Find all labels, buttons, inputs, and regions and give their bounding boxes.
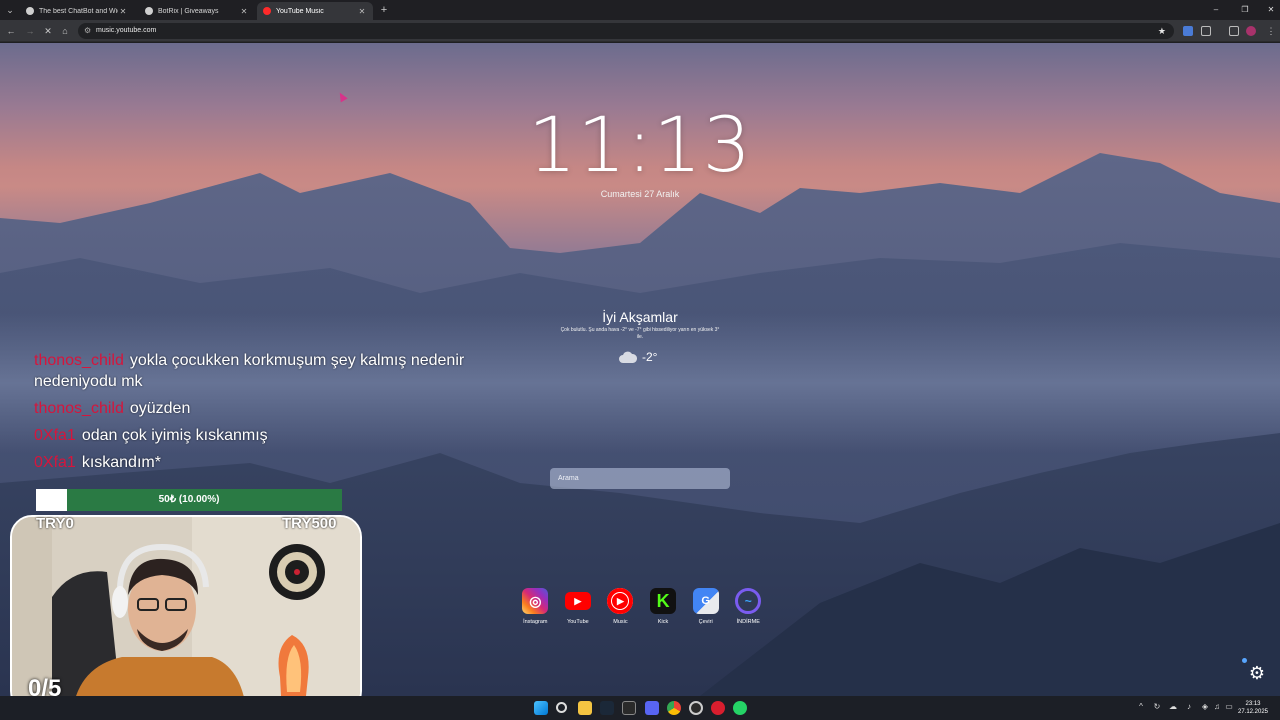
whatsapp-icon[interactable]	[733, 701, 747, 715]
minimize-icon[interactable]: –	[1209, 4, 1223, 16]
tab-chatbot[interactable]: The best ChatBot and Widgets ✕	[20, 2, 134, 20]
taskbar-clock[interactable]: 23:13 27.12.2025	[1236, 700, 1270, 716]
webcam-feed	[12, 517, 360, 711]
goal-max-label: TRY500	[282, 515, 337, 532]
shortcut-label: Kick	[657, 619, 669, 625]
temperature: -2°	[642, 350, 658, 364]
weather-description: Çok bulutlu. Şu anda hava -2° ve -7° gib…	[560, 327, 720, 340]
chat-message: thonos_child oyüzden	[34, 398, 534, 419]
favicon-icon	[145, 7, 153, 15]
extensions-icon[interactable]	[1201, 26, 1211, 36]
file-explorer-icon[interactable]	[578, 701, 592, 715]
close-icon[interactable]: ✕	[357, 7, 367, 16]
settings-gear-icon[interactable]: ⚙	[1247, 663, 1267, 683]
discord-icon[interactable]	[645, 701, 659, 715]
translate-icon: G	[692, 588, 719, 614]
goal-min-label: TRY0	[36, 515, 74, 532]
chat-text: kıskandım*	[81, 454, 161, 471]
youtube-music-icon: ▶	[607, 588, 634, 614]
shortcut-label: İnstagram	[523, 619, 548, 625]
donation-goal-bar: 50₺ (10.00%)	[36, 489, 342, 511]
chrome-icon[interactable]	[667, 701, 681, 715]
greeting: İyi Akşamlar	[602, 309, 678, 325]
address-bar[interactable]: ⚙ music.youtube.com ★	[78, 23, 1174, 39]
profile-avatar[interactable]	[1246, 26, 1256, 36]
tab-title: BotRix | Giveaways	[158, 7, 219, 15]
tab-title: YouTube Music	[276, 7, 324, 15]
media-control-icon[interactable]	[1229, 26, 1239, 36]
shortcut-instagram[interactable]: ◎ İnstagram	[514, 588, 557, 625]
new-tab-button[interactable]: +	[378, 3, 390, 17]
translate-extension-icon[interactable]	[1183, 26, 1193, 36]
close-window-icon[interactable]: ✕	[1264, 4, 1278, 16]
back-icon[interactable]: ←	[5, 25, 17, 37]
chat-username: 0Xfa1	[34, 454, 76, 471]
tab-search-icon[interactable]: ⌄	[4, 4, 16, 16]
weather-widget: -2°	[618, 350, 657, 364]
restore-icon[interactable]: ❐	[1238, 4, 1252, 16]
chat-message: 0Xfa1 kıskandım*	[34, 452, 534, 473]
close-icon[interactable]: ✕	[118, 7, 128, 16]
taskbar-time: 23:13	[1245, 701, 1261, 707]
stop-loading-icon[interactable]: ✕	[42, 25, 54, 37]
browser-toolbar: ← → ✕ ⌂ ⚙ music.youtube.com ★ ⋮	[0, 20, 1280, 42]
shortcut-download[interactable]: ~ İNDİRME	[727, 588, 770, 625]
bookmark-star-icon[interactable]: ★	[1158, 25, 1166, 37]
sync-icon[interactable]: ↻	[1152, 702, 1162, 712]
tab-botrix[interactable]: BotRix | Giveaways ✕	[139, 2, 255, 20]
site-info-icon[interactable]: ⚙	[84, 26, 93, 36]
cloud-tray-icon[interactable]: ☁	[1168, 702, 1178, 712]
goal-text: 50₺ (10.00%)	[158, 494, 220, 505]
shortcut-music[interactable]: ▶ Music	[599, 588, 642, 625]
search-icon[interactable]	[556, 702, 567, 713]
chat-text: oyüzden	[129, 400, 191, 417]
date-label: Cumartesi 27 Aralık	[600, 189, 680, 199]
instagram-icon: ◎	[522, 588, 549, 614]
stream-chat: thonos_child yokla çocukken korkmuşum şey…	[34, 350, 534, 479]
shortcut-label: YouTube	[567, 619, 589, 625]
close-icon[interactable]: ✕	[239, 7, 249, 16]
youtube-music-favicon-icon	[263, 7, 271, 15]
shortcut-translate[interactable]: G Çeviri	[684, 588, 727, 625]
webcam-overlay	[10, 515, 362, 713]
shortcut-bar: ◎ İnstagram ▶ YouTube ▶ Music K Kick G Ç…	[514, 588, 770, 625]
cloud-icon	[618, 351, 638, 363]
favicon-icon	[26, 7, 34, 15]
shortcut-kick[interactable]: K Kick	[642, 588, 685, 625]
search-input[interactable]	[550, 468, 730, 489]
shortcut-label: İNDİRME	[736, 619, 760, 625]
shortcut-label: Çeviri	[698, 619, 713, 625]
tab-strip: ⌄ The best ChatBot and Widgets ✕ BotRix …	[0, 0, 1280, 20]
epic-games-icon[interactable]	[622, 701, 636, 715]
opera-gx-icon[interactable]	[711, 701, 725, 715]
forward-icon[interactable]: →	[24, 25, 36, 37]
tab-title: The best ChatBot and Widgets	[39, 7, 118, 15]
steam-icon[interactable]	[600, 701, 614, 715]
clock: 11:13	[527, 100, 753, 189]
youtube-icon: ▶	[564, 592, 591, 610]
volume-icon[interactable]: ♫	[1212, 702, 1222, 712]
taskbar-date: 27.12.2025	[1237, 709, 1269, 715]
windows-taskbar: ^ ↻ ☁ ♪ ◈ ♫ ▭ 23:13 27.12.2025	[0, 696, 1280, 720]
download-icon: ~	[735, 588, 762, 614]
chat-message: thonos_child yokla çocukken korkmuşum şey…	[34, 350, 534, 392]
kick-icon: K	[650, 588, 677, 614]
chat-message: 0Xfa1 odan çok iyimiş kıskanmış	[34, 425, 534, 446]
tab-youtube-music[interactable]: YouTube Music ✕	[257, 2, 373, 20]
chat-username: 0Xfa1	[34, 427, 76, 444]
network-icon[interactable]: ◈	[1200, 702, 1210, 712]
tray-overflow-icon[interactable]: ^	[1136, 702, 1146, 712]
start-icon[interactable]	[534, 701, 548, 715]
chat-username: thonos_child	[34, 352, 124, 369]
shortcut-label: Music	[613, 619, 628, 625]
battery-icon[interactable]: ▭	[1224, 702, 1234, 712]
obs-icon[interactable]	[689, 701, 703, 715]
home-icon[interactable]: ⌂	[59, 25, 71, 37]
microphone-icon[interactable]: ♪	[1184, 702, 1194, 712]
url-text: music.youtube.com	[96, 27, 157, 34]
shortcut-youtube[interactable]: ▶ YouTube	[557, 588, 600, 625]
menu-icon[interactable]: ⋮	[1265, 25, 1277, 37]
chat-text: odan çok iyimiş kıskanmış	[81, 427, 268, 444]
chat-username: thonos_child	[34, 400, 124, 417]
